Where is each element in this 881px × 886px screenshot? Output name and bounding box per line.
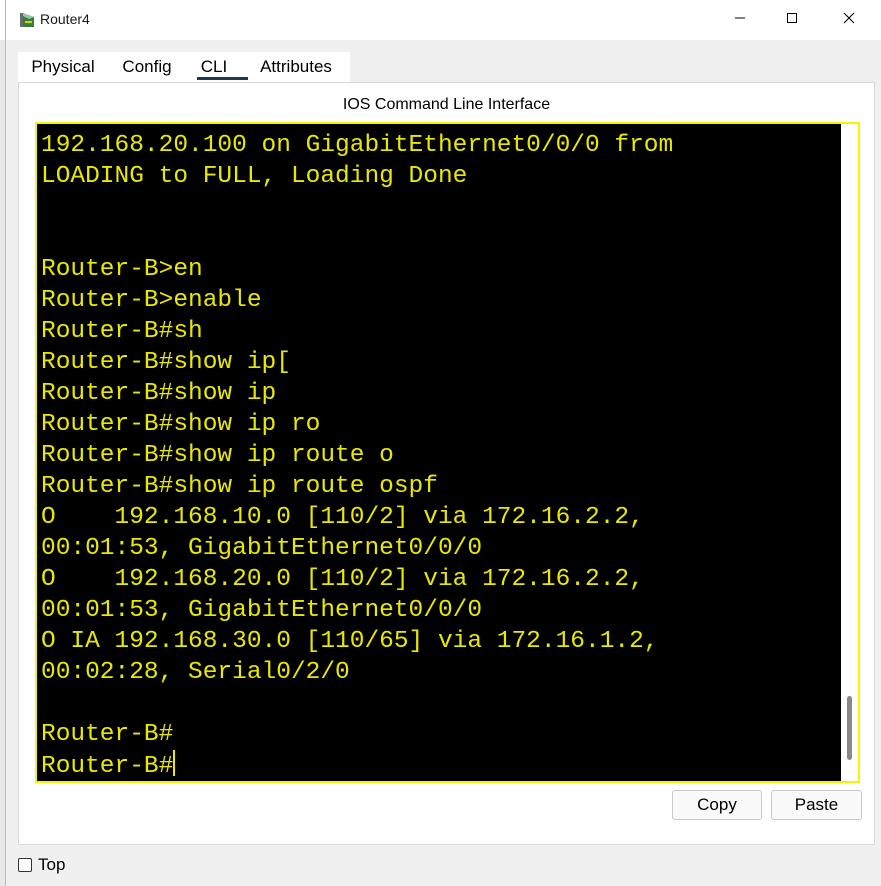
close-icon <box>843 11 855 29</box>
maximize-icon <box>786 11 798 29</box>
terminal-line: 192.168.20.100 on GigabitEthernet0/0/0 f… <box>41 132 674 159</box>
terminal-line: 00:01:53, GigabitEthernet0/0/0 <box>41 535 483 562</box>
terminal-line: Router-B#show ip route ospf <box>41 473 438 500</box>
terminal-prompt: Router-B# <box>41 753 174 780</box>
title-bar: Router4 <box>6 0 881 40</box>
copy-button[interactable]: Copy <box>672 790 762 820</box>
terminal-line: Router-B#sh <box>41 318 203 345</box>
maximize-button[interactable] <box>769 0 815 40</box>
window-title: Router4 <box>40 11 90 27</box>
terminal-line: LOADING to FULL, Loading Done <box>41 163 468 190</box>
terminal-line: Router-B>enable <box>41 287 262 314</box>
terminal-line: 00:02:28, Serial0/2/0 <box>41 659 350 686</box>
terminal-line: Router-B#show ip <box>41 380 277 407</box>
tab-physical[interactable]: Physical <box>18 52 108 82</box>
cli-panel: IOS Command Line Interface 192.168.20.10… <box>18 82 875 845</box>
terminal-output: 192.168.20.100 on GigabitEthernet0/0/0 f… <box>41 130 841 781</box>
tab-config[interactable]: Config <box>108 52 186 82</box>
top-checkbox-label: Top <box>38 855 66 874</box>
top-checkbox[interactable] <box>18 858 32 872</box>
terminal-line: O IA 192.168.30.0 [110/65] via 172.16.1.… <box>41 628 659 655</box>
top-option[interactable]: Top <box>18 855 65 875</box>
terminal-prompt-line: Router-B# <box>41 750 841 781</box>
paste-button[interactable]: Paste <box>771 790 862 820</box>
terminal-line: Router-B# <box>41 721 174 748</box>
tab-attributes[interactable]: Attributes <box>242 52 350 82</box>
terminal-line: O 192.168.10.0 [110/2] via 172.16.2.2, <box>41 504 644 531</box>
active-tab-indicator <box>197 77 248 80</box>
terminal-line: Router-B#show ip route o <box>41 442 394 469</box>
cli-panel-title: IOS Command Line Interface <box>342 96 551 113</box>
minimize-button[interactable] <box>717 0 763 40</box>
text-cursor <box>173 750 176 776</box>
scrollbar-thumb[interactable] <box>847 696 852 760</box>
router-window: Router4 Physical Config CLI Attributes I… <box>5 0 881 886</box>
close-button[interactable] <box>826 0 872 40</box>
terminal-line: Router-B>en <box>41 256 203 283</box>
minimize-icon <box>734 11 746 29</box>
router-icon <box>19 11 35 29</box>
terminal-line: Router-B#show ip ro <box>41 411 321 438</box>
terminal-scrollbar[interactable] <box>841 124 858 781</box>
cli-terminal[interactable]: 192.168.20.100 on GigabitEthernet0/0/0 f… <box>35 122 860 783</box>
terminal-line: Router-B#show ip[ <box>41 349 291 376</box>
terminal-line: O 192.168.20.0 [110/2] via 172.16.2.2, <box>41 566 644 593</box>
terminal-line: 00:01:53, GigabitEthernet0/0/0 <box>41 597 483 624</box>
